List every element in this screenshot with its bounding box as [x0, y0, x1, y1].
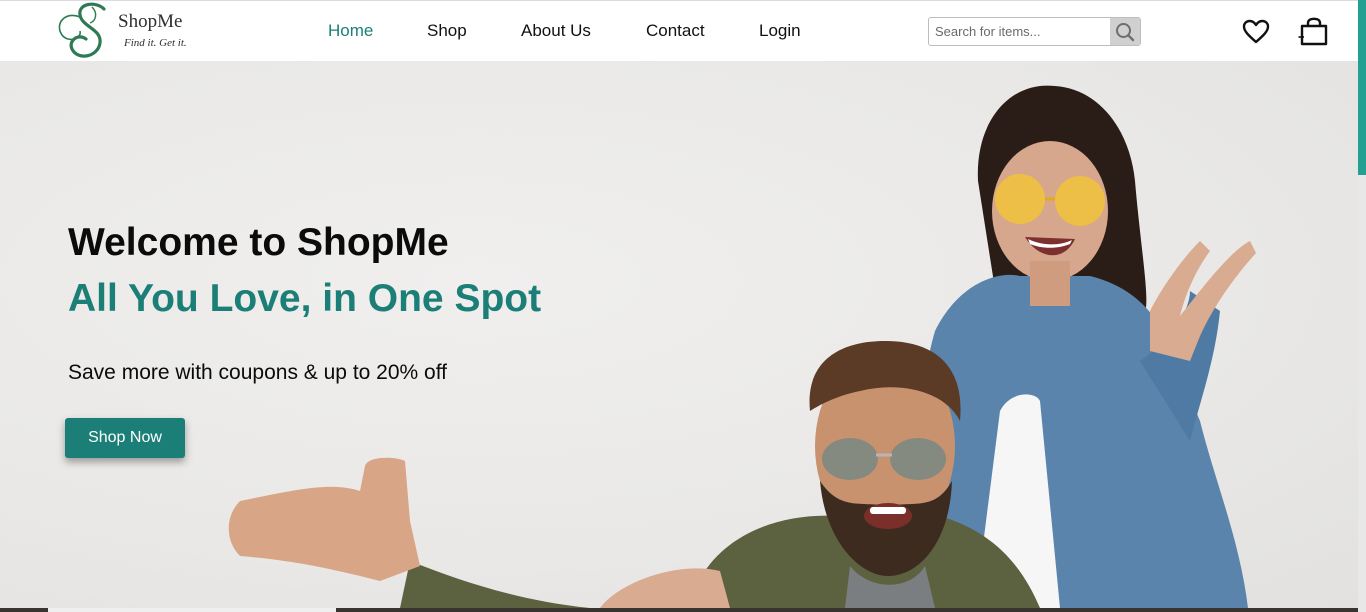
shopping-bag-icon: [1298, 17, 1328, 46]
page-scrollbar[interactable]: [1358, 0, 1366, 612]
hero-promo-text: Save more with coupons & up to 20% off: [68, 361, 448, 384]
heart-icon: [1242, 19, 1270, 44]
search-button[interactable]: [1110, 18, 1140, 45]
wishlist-button[interactable]: [1241, 18, 1271, 46]
nav-shop[interactable]: Shop: [427, 21, 467, 41]
hero-subtitle: All You Love, in One Spot: [68, 277, 542, 320]
bottom-strip-light: [48, 608, 336, 612]
scrollbar-thumb[interactable]: [1358, 0, 1366, 175]
hero-banner: Welcome to ShopMe All You Love, in One S…: [0, 61, 1358, 608]
hero-title: Welcome to ShopMe: [68, 221, 449, 264]
brand-tagline: Find it. Get it.: [124, 37, 187, 49]
search-icon: [1116, 22, 1135, 41]
cart-button[interactable]: [1298, 17, 1330, 47]
logo-s-icon: [58, 2, 106, 58]
nav-about-us[interactable]: About Us: [521, 21, 591, 41]
brand-logo[interactable]: ShopMe Find it. Get it.: [52, 1, 192, 61]
nav-home[interactable]: Home: [328, 21, 373, 41]
search-input[interactable]: [929, 18, 1110, 45]
nav-login[interactable]: Login: [759, 21, 801, 41]
search-box: [928, 17, 1141, 46]
shop-now-button[interactable]: Shop Now: [65, 418, 185, 458]
bottom-strip: [0, 608, 1358, 612]
nav-contact[interactable]: Contact: [646, 21, 705, 41]
top-navbar: ShopMe Find it. Get it. Home Shop About …: [0, 0, 1358, 61]
hero-photo: [228, 85, 1256, 608]
brand-name: ShopMe: [118, 11, 183, 32]
